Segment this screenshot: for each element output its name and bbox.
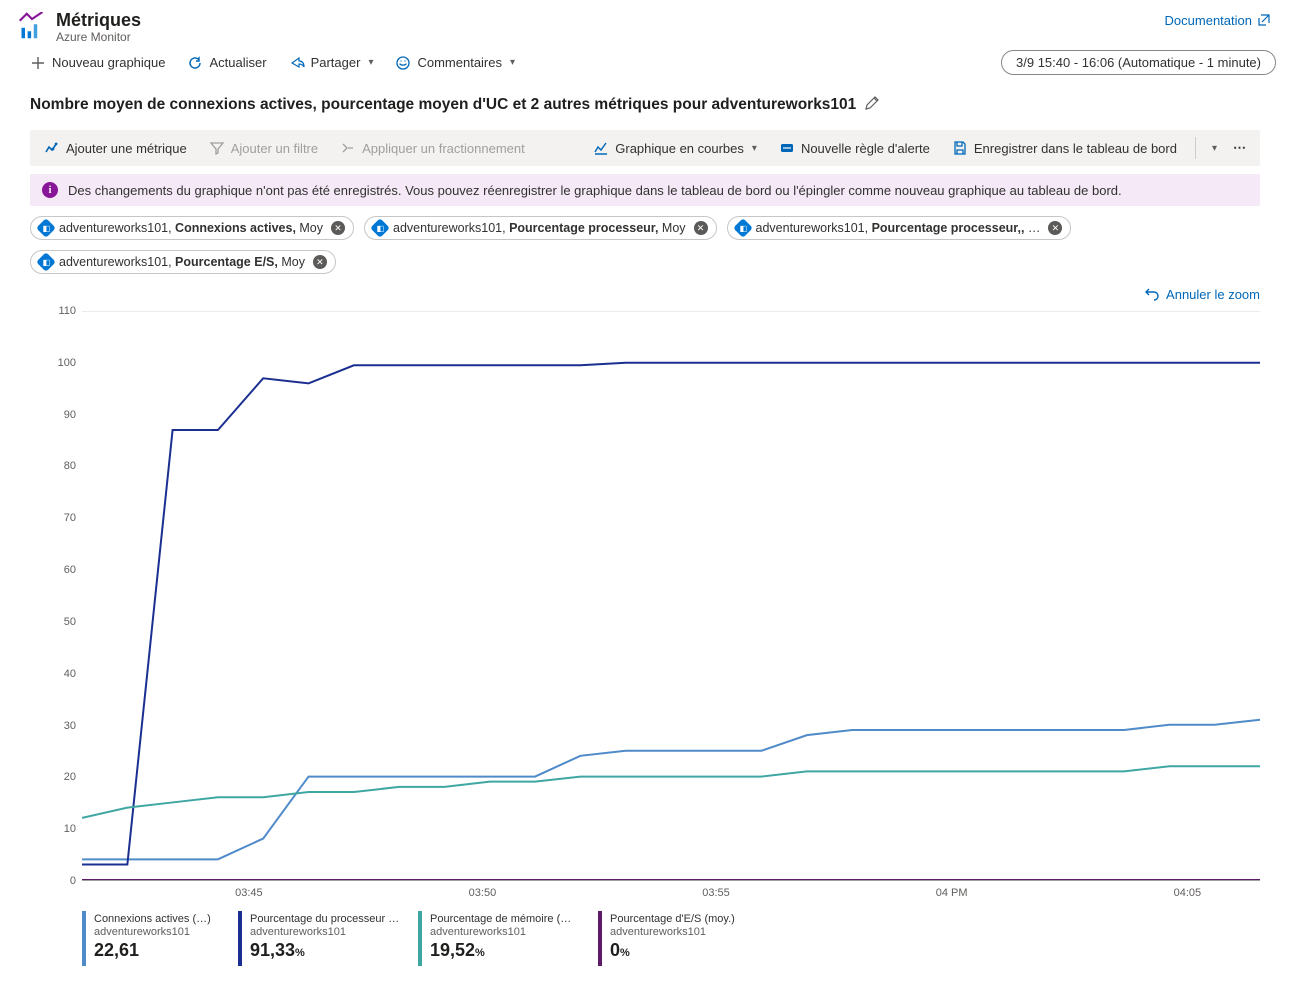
feedback-button[interactable]: Commentaires ▾: [389, 51, 521, 75]
smiley-icon: [395, 55, 411, 71]
resource-icon: ◧: [36, 218, 56, 238]
refresh-icon: [187, 55, 203, 71]
split-icon: [340, 140, 356, 156]
metric-pill[interactable]: ◧adventureworks101, Pourcentage processe…: [727, 216, 1072, 240]
chart-type-dropdown[interactable]: Graphique en courbes ▾: [585, 134, 765, 162]
refresh-button[interactable]: Actualiser: [181, 51, 272, 75]
metric-pill[interactable]: ◧adventureworks101, Connexions actives, …: [30, 216, 354, 240]
legend-item[interactable]: Pourcentage de mémoire (Moy.)adventurewo…: [418, 911, 592, 966]
series-line: [82, 720, 1260, 860]
notification-banner: i Des changements du graphique n'ont pas…: [30, 174, 1260, 206]
undo-icon: [1144, 286, 1160, 302]
series-line: [82, 766, 1260, 818]
chevron-down-icon: ▾: [510, 57, 515, 68]
new-alert-button[interactable]: Nouvelle règle d'alerte: [771, 134, 938, 162]
remove-metric-icon[interactable]: ✕: [1048, 221, 1062, 235]
add-filter-button: Ajouter un filtre: [201, 134, 326, 162]
filter-icon: [209, 140, 225, 156]
save-icon: [952, 140, 968, 156]
x-axis: 03:4503:5003:5504 PM04:05: [30, 881, 1260, 899]
legend-item[interactable]: Pourcentage du processeur (Moy.)adventur…: [238, 911, 412, 966]
alert-icon: [779, 140, 795, 156]
chart-toolbar: Ajouter une métrique Ajouter un filtre A…: [30, 130, 1260, 166]
add-metric-button[interactable]: Ajouter une métrique: [36, 134, 195, 162]
legend-item[interactable]: Pourcentage d'E/S (moy.)adventureworks10…: [598, 911, 748, 966]
metrics-icon: [18, 12, 46, 40]
y-axis: 0102030405060708090100110: [30, 311, 82, 881]
chevron-down-icon: ▾: [368, 57, 373, 68]
legend: Connexions actives (…)adventureworks1012…: [30, 899, 1260, 986]
series-line: [82, 363, 1260, 865]
metric-pill[interactable]: ◧adventureworks101, Pourcentage processe…: [364, 216, 717, 240]
documentation-link[interactable]: Documentation: [1165, 10, 1272, 28]
add-metric-icon: [44, 140, 60, 156]
line-chart-icon: [593, 140, 609, 156]
external-link-icon: [1256, 12, 1272, 28]
chart-plot[interactable]: [82, 311, 1260, 881]
cancel-zoom-link[interactable]: Annuler le zoom: [1144, 286, 1260, 302]
save-dashboard-dropdown[interactable]: ▾: [1206, 137, 1221, 160]
save-dashboard-button[interactable]: Enregistrer dans le tableau de bord: [944, 134, 1185, 162]
plus-icon: [30, 55, 46, 71]
chevron-down-icon: ▾: [1212, 143, 1217, 154]
legend-item[interactable]: Connexions actives (…)adventureworks1012…: [82, 911, 232, 966]
metric-pills: ◧adventureworks101, Connexions actives, …: [30, 216, 1260, 274]
info-icon: i: [42, 182, 58, 198]
notification-text: Des changements du graphique n'ont pas é…: [68, 183, 1122, 198]
remove-metric-icon[interactable]: ✕: [313, 255, 327, 269]
new-chart-button[interactable]: Nouveau graphique: [24, 51, 171, 75]
page-title: Métriques: [56, 10, 141, 30]
chevron-down-icon: ▾: [752, 143, 757, 154]
pencil-icon: [864, 95, 880, 111]
share-icon: [289, 55, 305, 71]
time-range-picker[interactable]: 3/9 15:40 - 16:06 (Automatique - 1 minut…: [1001, 50, 1276, 75]
resource-icon: ◧: [733, 218, 753, 238]
remove-metric-icon[interactable]: ✕: [694, 221, 708, 235]
metric-pill[interactable]: ◧adventureworks101, Pourcentage E/S, Moy…: [30, 250, 336, 274]
resource-icon: ◧: [370, 218, 390, 238]
resource-icon: ◧: [36, 252, 56, 272]
more-options-button[interactable]: ⋯: [1227, 136, 1254, 160]
remove-metric-icon[interactable]: ✕: [331, 221, 345, 235]
edit-title-button[interactable]: [864, 95, 880, 114]
chart-title: Nombre moyen de connexions actives, pour…: [30, 96, 856, 114]
page-subtitle: Azure Monitor: [56, 30, 141, 44]
share-button[interactable]: Partager ▾: [283, 51, 380, 75]
apply-split-button: Appliquer un fractionnement: [332, 134, 533, 162]
